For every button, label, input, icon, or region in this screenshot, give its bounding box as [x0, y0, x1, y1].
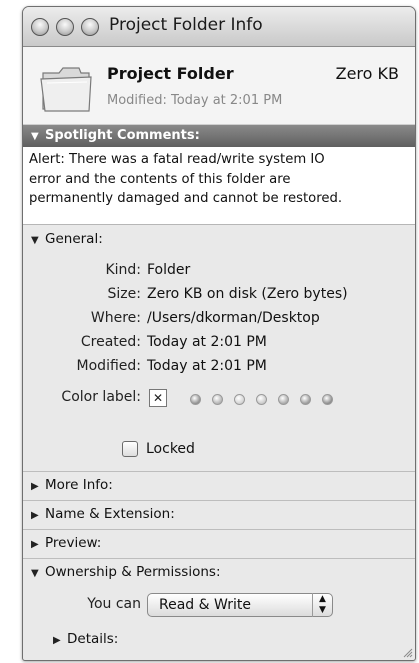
ownership-label: Ownership & Permissions:	[45, 564, 221, 580]
ownership-section-header[interactable]: ▼ Ownership & Permissions:	[23, 562, 415, 584]
permissions-value: Read & Write	[159, 597, 251, 613]
comment-line: error and the contents of this folder ar…	[29, 171, 291, 187]
size-value: Zero KB on disk (Zero bytes)	[147, 286, 348, 302]
kind-value: Folder	[147, 262, 191, 278]
info-row-kind: Kind: Folder	[23, 262, 415, 282]
preview-section-header[interactable]: ▶ Preview:	[23, 533, 415, 555]
comment-line: permanently damaged and cannot be restor…	[29, 191, 343, 206]
size-label: Size:	[107, 286, 141, 302]
color-swatch-dot[interactable]	[300, 394, 311, 405]
color-label-label: Color label:	[61, 389, 141, 405]
where-value: /Users/dkorman/Desktop	[147, 310, 320, 326]
item-size: Zero KB	[335, 64, 399, 83]
zoom-button[interactable]	[81, 18, 99, 36]
comment-line: Alert: There was a fatal read/write syst…	[29, 152, 325, 167]
general-label: General:	[45, 231, 103, 247]
you-can-label: You can	[87, 596, 141, 612]
info-row-modified: Modified: Today at 2:01 PM	[23, 358, 415, 378]
folder-icon	[40, 67, 92, 112]
color-swatch-dot[interactable]	[190, 394, 201, 405]
spotlight-comments-header[interactable]: ▼ Spotlight Comments:	[23, 125, 415, 147]
color-swatch-dot[interactable]	[212, 394, 223, 405]
info-row-size: Size: Zero KB on disk (Zero bytes)	[23, 286, 415, 306]
disclosure-expanded-icon[interactable]: ▼	[31, 568, 45, 579]
permissions-popup[interactable]: Read & Write ▲ ▼	[147, 593, 333, 617]
more-info-label: More Info:	[45, 477, 113, 493]
section-divider	[23, 529, 415, 530]
section-divider	[23, 471, 415, 472]
disclosure-collapsed-icon[interactable]: ▶	[53, 635, 67, 646]
disclosure-collapsed-icon[interactable]: ▶	[31, 539, 45, 550]
details-section-header[interactable]: ▶ Details:	[23, 629, 415, 651]
popup-arrows-icon: ▲ ▼	[312, 593, 332, 617]
modified-value: Today at 2:01 PM	[147, 358, 267, 374]
details-label: Details:	[67, 631, 119, 647]
disclosure-expanded-icon[interactable]: ▼	[31, 126, 45, 148]
kind-label: Kind:	[105, 262, 141, 278]
minimize-button[interactable]	[56, 18, 74, 36]
locked-checkbox[interactable]	[122, 441, 138, 457]
created-label: Created:	[80, 334, 141, 350]
name-extension-section-header[interactable]: ▶ Name & Extension:	[23, 504, 415, 526]
disclosure-collapsed-icon[interactable]: ▶	[31, 481, 45, 492]
name-extension-label: Name & Extension:	[45, 506, 175, 522]
info-row-created: Created: Today at 2:01 PM	[23, 334, 415, 354]
more-info-section-header[interactable]: ▶ More Info:	[23, 475, 415, 497]
info-window: Project Folder Info Project Folder Zero …	[22, 6, 416, 661]
color-swatch-dot[interactable]	[256, 394, 267, 405]
color-label-row: Color label: ✕	[23, 387, 415, 411]
section-divider	[23, 558, 415, 559]
color-swatch-dot[interactable]	[234, 394, 245, 405]
where-label: Where:	[90, 310, 141, 326]
created-value: Today at 2:01 PM	[147, 334, 267, 350]
resize-grip-icon[interactable]	[401, 646, 413, 658]
color-swatch-dot[interactable]	[322, 394, 333, 405]
info-header: Project Folder Zero KB Modified: Today a…	[23, 47, 415, 125]
color-none-swatch[interactable]: ✕	[149, 389, 167, 407]
disclosure-expanded-icon[interactable]: ▼	[31, 235, 45, 246]
permissions-row: You can Read & Write ▲ ▼	[23, 593, 415, 619]
modified-label: Modified:	[76, 358, 141, 374]
title-bar[interactable]: Project Folder Info	[23, 7, 415, 47]
close-button[interactable]	[31, 18, 49, 36]
disclosure-collapsed-icon[interactable]: ▶	[31, 510, 45, 521]
spotlight-comments-field[interactable]: Alert: There was a fatal read/write syst…	[23, 147, 415, 225]
locked-row: Locked	[23, 439, 415, 461]
general-section-header[interactable]: ▼ General:	[23, 229, 415, 249]
section-divider	[23, 500, 415, 501]
preview-label: Preview:	[45, 535, 102, 551]
locked-label: Locked	[146, 441, 195, 457]
spotlight-comments-label: Spotlight Comments:	[45, 128, 200, 143]
info-row-where: Where: /Users/dkorman/Desktop	[23, 310, 415, 330]
item-modified: Modified: Today at 2:01 PM	[107, 93, 283, 108]
color-swatch-dot[interactable]	[278, 394, 289, 405]
item-name: Project Folder	[107, 64, 234, 83]
window-title: Project Folder Info	[109, 15, 263, 35]
